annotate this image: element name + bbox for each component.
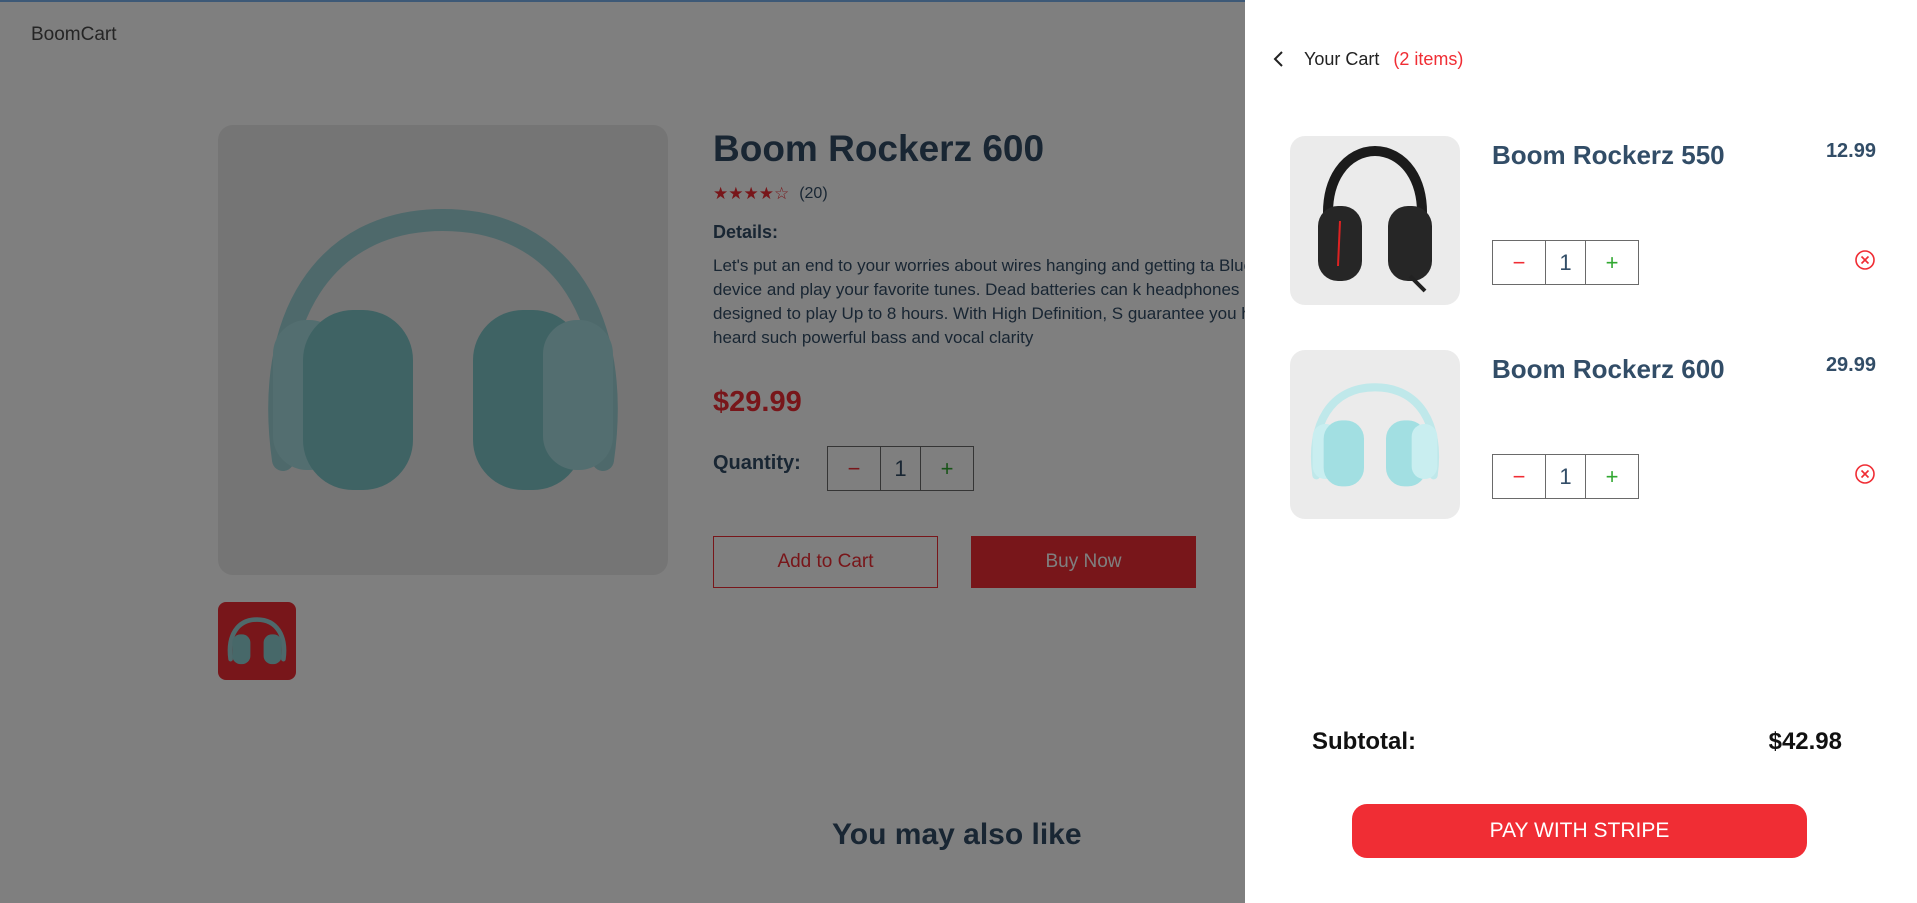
pay-with-stripe-button[interactable]: PAY WITH STRIPE bbox=[1352, 804, 1807, 858]
quantity-value: 1 bbox=[1546, 241, 1586, 284]
cart-item-name: Boom Rockerz 600 bbox=[1492, 354, 1725, 384]
cart-item-image bbox=[1290, 136, 1460, 305]
cart-item-count: (2 items) bbox=[1393, 48, 1464, 69]
quantity-stepper: − 1 + bbox=[1492, 240, 1639, 285]
black-headphones-icon bbox=[1318, 145, 1432, 292]
subtotal-value: $42.98 bbox=[1768, 728, 1842, 755]
cart-item-price: 12.99 bbox=[1825, 140, 1876, 162]
subtotal-label: Subtotal: bbox=[1312, 728, 1416, 755]
teal-headphones-icon bbox=[1311, 382, 1439, 486]
chevron-left-icon bbox=[1270, 48, 1286, 70]
minus-icon[interactable]: − bbox=[1493, 241, 1546, 284]
top-border bbox=[0, 0, 1245, 2]
cart-subtotal: Subtotal: $42.98 bbox=[1312, 728, 1842, 756]
remove-item-icon[interactable] bbox=[1854, 249, 1876, 271]
cart-item: Boom Rockerz 550 12.99 − 1 + bbox=[1290, 136, 1890, 306]
cart-heading: Your Cart bbox=[1304, 48, 1380, 69]
cart-item-price: 29.99 bbox=[1825, 354, 1876, 376]
quantity-value: 1 bbox=[1546, 455, 1586, 498]
cart-item-image bbox=[1290, 350, 1460, 519]
cart-back-button[interactable]: Your Cart (2 items) bbox=[1270, 48, 1463, 70]
cart-item-name: Boom Rockerz 550 bbox=[1492, 140, 1725, 170]
minus-icon[interactable]: − bbox=[1493, 455, 1546, 498]
plus-icon[interactable]: + bbox=[1586, 455, 1638, 498]
quantity-stepper: − 1 + bbox=[1492, 454, 1639, 499]
modal-overlay[interactable] bbox=[0, 0, 1245, 903]
cart-item: Boom Rockerz 600 29.99 − 1 + bbox=[1290, 350, 1890, 520]
plus-icon[interactable]: + bbox=[1586, 241, 1638, 284]
cart-drawer: Your Cart (2 items) Boom Rockerz 550 12.… bbox=[1245, 0, 1917, 903]
remove-item-icon[interactable] bbox=[1854, 463, 1876, 485]
